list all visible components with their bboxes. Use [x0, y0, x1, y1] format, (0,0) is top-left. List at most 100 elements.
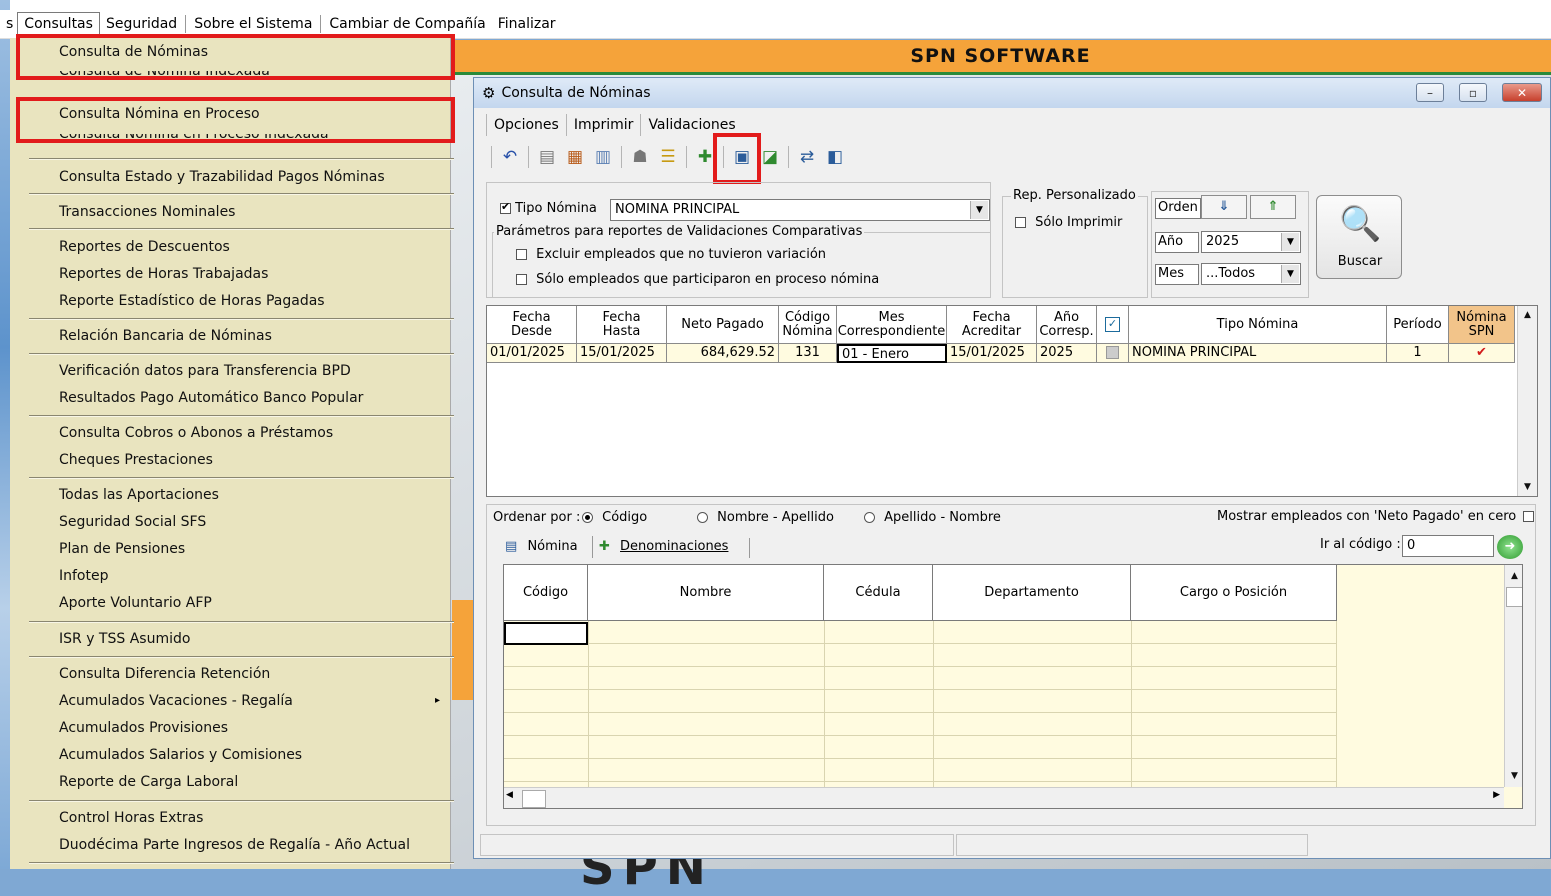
menu-item-sfs[interactable]: Seguridad Social SFS: [59, 514, 206, 530]
menu-item-duodecima-parte[interactable]: Duodécima Parte Ingresos de Regalía - Añ…: [59, 837, 410, 853]
cell-tipo-nomina[interactable]: NOMINA PRINCIPAL: [1129, 344, 1387, 363]
menu-item-vacaciones-regalia[interactable]: Acumulados Vacaciones - Regalía: [59, 693, 293, 709]
cell-periodo[interactable]: 1: [1387, 344, 1449, 363]
cell-fecha-desde[interactable]: 01/01/2025: [487, 344, 577, 363]
menu-consultas[interactable]: Consultas: [17, 12, 100, 36]
menu-item-afp[interactable]: Aporte Voluntario AFP: [59, 595, 212, 611]
cell-anio-corresp[interactable]: 2025: [1037, 344, 1097, 363]
col-mes-correspondiente[interactable]: Mes Correspondiente: [837, 306, 947, 344]
menu-item-isr-tss[interactable]: ISR y TSS Asumido: [59, 631, 190, 647]
table-row[interactable]: [504, 690, 1336, 713]
tab-nomina[interactable]: ▤ Nómina: [505, 536, 578, 558]
mes-select[interactable]: ...Todos ▼: [1201, 263, 1301, 285]
cell-fecha-hasta[interactable]: 15/01/2025: [577, 344, 667, 363]
maximize-button[interactable]: ▫: [1459, 83, 1487, 102]
menu-item-pensiones[interactable]: Plan de Pensiones: [59, 541, 185, 557]
menu-previous[interactable]: s: [0, 13, 17, 35]
scroll-up-icon[interactable]: ▲: [1505, 567, 1522, 585]
select-all-checkbox[interactable]: ✓: [1105, 317, 1120, 332]
col-codigo[interactable]: Código: [504, 565, 588, 621]
menu-item-relacion-bancaria[interactable]: Relación Bancaria de Nóminas: [59, 328, 272, 344]
minimize-button[interactable]: –: [1416, 83, 1444, 102]
scroll-right-icon[interactable]: ▶: [1493, 790, 1500, 800]
col-departamento[interactable]: Departamento: [933, 565, 1131, 621]
anio-select[interactable]: 2025 ▼: [1201, 231, 1301, 253]
menu-imprimir[interactable]: Imprimir: [567, 117, 641, 133]
scroll-down-icon[interactable]: ▼: [1518, 478, 1537, 496]
sort-asc-button[interactable]: ⇑: [1250, 195, 1296, 219]
col-codigo-nomina[interactable]: Código Nómina: [779, 306, 837, 344]
go-icon[interactable]: ➜: [1497, 535, 1523, 559]
menu-seguridad[interactable]: Seguridad: [100, 13, 183, 35]
menu-item-reportes-descuentos[interactable]: Reportes de Descuentos: [59, 239, 230, 255]
cell-nomina-spn[interactable]: ✔: [1449, 344, 1515, 363]
table-row[interactable]: [504, 736, 1336, 759]
menu-item-aportaciones[interactable]: Todas las Aportaciones: [59, 487, 219, 503]
scroll-thumb[interactable]: [1506, 587, 1522, 607]
menu-item-banco-popular[interactable]: Resultados Pago Automático Banco Popular: [59, 390, 363, 406]
chevron-down-icon[interactable]: ▼: [1281, 265, 1299, 283]
sort-nombre-apellido-radio[interactable]: [697, 512, 708, 523]
table-row[interactable]: [504, 713, 1336, 736]
scroll-up-icon[interactable]: ▲: [1518, 306, 1537, 324]
sort-desc-button[interactable]: ⇓: [1201, 195, 1247, 219]
buscar-button[interactable]: 🔍 Buscar: [1316, 195, 1402, 279]
menu-cambiar-compania[interactable]: Cambiar de Compañía: [323, 13, 491, 35]
menu-item-infotep[interactable]: Infotep: [59, 568, 109, 584]
sort-apellido-nombre-radio[interactable]: [864, 512, 875, 523]
solo-imprimir-option[interactable]: Sólo Imprimir: [1015, 215, 1122, 230]
hscroll-thumb[interactable]: [522, 790, 546, 808]
scroll-left-icon[interactable]: ◀: [506, 790, 513, 800]
sort-apellido-nombre-option[interactable]: Apellido - Nombre: [864, 510, 1001, 525]
cell-select[interactable]: [1097, 344, 1129, 363]
menu-item-provisiones[interactable]: Acumulados Provisiones: [59, 720, 228, 736]
col-periodo[interactable]: Período: [1387, 306, 1449, 344]
cell-neto-pagado[interactable]: 684,629.52: [667, 344, 779, 363]
col-fecha-acreditar[interactable]: Fecha Acreditar: [947, 306, 1037, 344]
menu-item-salarios-comisiones[interactable]: Acumulados Salarios y Comisiones: [59, 747, 302, 763]
undo-icon[interactable]: ↶: [497, 145, 523, 169]
table-row[interactable]: [504, 667, 1336, 690]
menu-opciones[interactable]: Opciones: [487, 117, 566, 133]
excluir-checkbox[interactable]: [516, 249, 527, 260]
close-button[interactable]: ✕: [1502, 83, 1542, 102]
form-icon[interactable]: ▥: [590, 145, 616, 169]
menu-finalizar[interactable]: Finalizar: [492, 13, 562, 35]
menu-item-horas-pagadas[interactable]: Reporte Estadístico de Horas Pagadas: [59, 293, 325, 309]
ir-codigo-input[interactable]: 0: [1402, 535, 1494, 557]
col-cedula[interactable]: Cédula: [824, 565, 933, 621]
employees-vertical-scrollbar[interactable]: ▲ ▼: [1504, 565, 1522, 787]
solo-participaron-checkbox[interactable]: [516, 274, 527, 285]
menu-item-horas-extras[interactable]: Control Horas Extras: [59, 810, 203, 826]
menu-sobre-el-sistema[interactable]: Sobre el Sistema: [188, 13, 318, 35]
calendar-icon[interactable]: ▦: [562, 145, 588, 169]
sort-codigo-radio[interactable]: [582, 512, 593, 523]
sort-codigo-option[interactable]: Código: [582, 510, 647, 525]
solo-imprimir-checkbox[interactable]: [1015, 217, 1026, 228]
menu-item-transacciones[interactable]: Transacciones Nominales: [59, 204, 235, 220]
menu-item-carga-laboral[interactable]: Reporte de Carga Laboral: [59, 774, 238, 790]
solo-participaron-option[interactable]: Sólo empleados que participaron en proce…: [516, 272, 879, 287]
col-neto-pagado[interactable]: Neto Pagado: [667, 306, 779, 344]
menu-item-estado-trazabilidad[interactable]: Consulta Estado y Trazabilidad Pagos Nóm…: [59, 169, 385, 185]
menu-item-cheques-prestaciones[interactable]: Cheques Prestaciones: [59, 452, 213, 468]
transfer-icon[interactable]: ⇄: [794, 145, 820, 169]
tab-denominaciones[interactable]: ✚ Denominaciones: [592, 536, 728, 558]
active-cell[interactable]: [504, 622, 588, 645]
row-checkbox[interactable]: [1106, 346, 1119, 359]
excluir-option[interactable]: Excluir empleados que no tuvieron variac…: [516, 247, 826, 262]
chevron-down-icon[interactable]: ▼: [1281, 233, 1299, 251]
col-anio-corresp[interactable]: Año Corresp.: [1037, 306, 1097, 344]
sort-nombre-apellido-option[interactable]: Nombre - Apellido: [697, 510, 834, 525]
col-fecha-desde[interactable]: Fecha Desde: [487, 306, 577, 344]
mostrar-cero-checkbox[interactable]: [1523, 511, 1535, 522]
cell-fecha-acreditar[interactable]: 15/01/2025: [947, 344, 1037, 363]
col-nomina-spn[interactable]: Nómina SPN: [1449, 306, 1515, 344]
scroll-down-icon[interactable]: ▼: [1505, 767, 1522, 785]
people-icon[interactable]: ☗: [627, 145, 653, 169]
exit-icon[interactable]: ◧: [822, 145, 848, 169]
tipo-nomina-select[interactable]: NOMINA PRINCIPAL ▼: [610, 199, 990, 221]
window-titlebar[interactable]: ⚙ Consulta de Nóminas – ▫ ✕: [474, 78, 1550, 108]
table-row[interactable]: [504, 759, 1336, 782]
employees-horizontal-scrollbar[interactable]: ◀ ▶: [504, 787, 1504, 808]
